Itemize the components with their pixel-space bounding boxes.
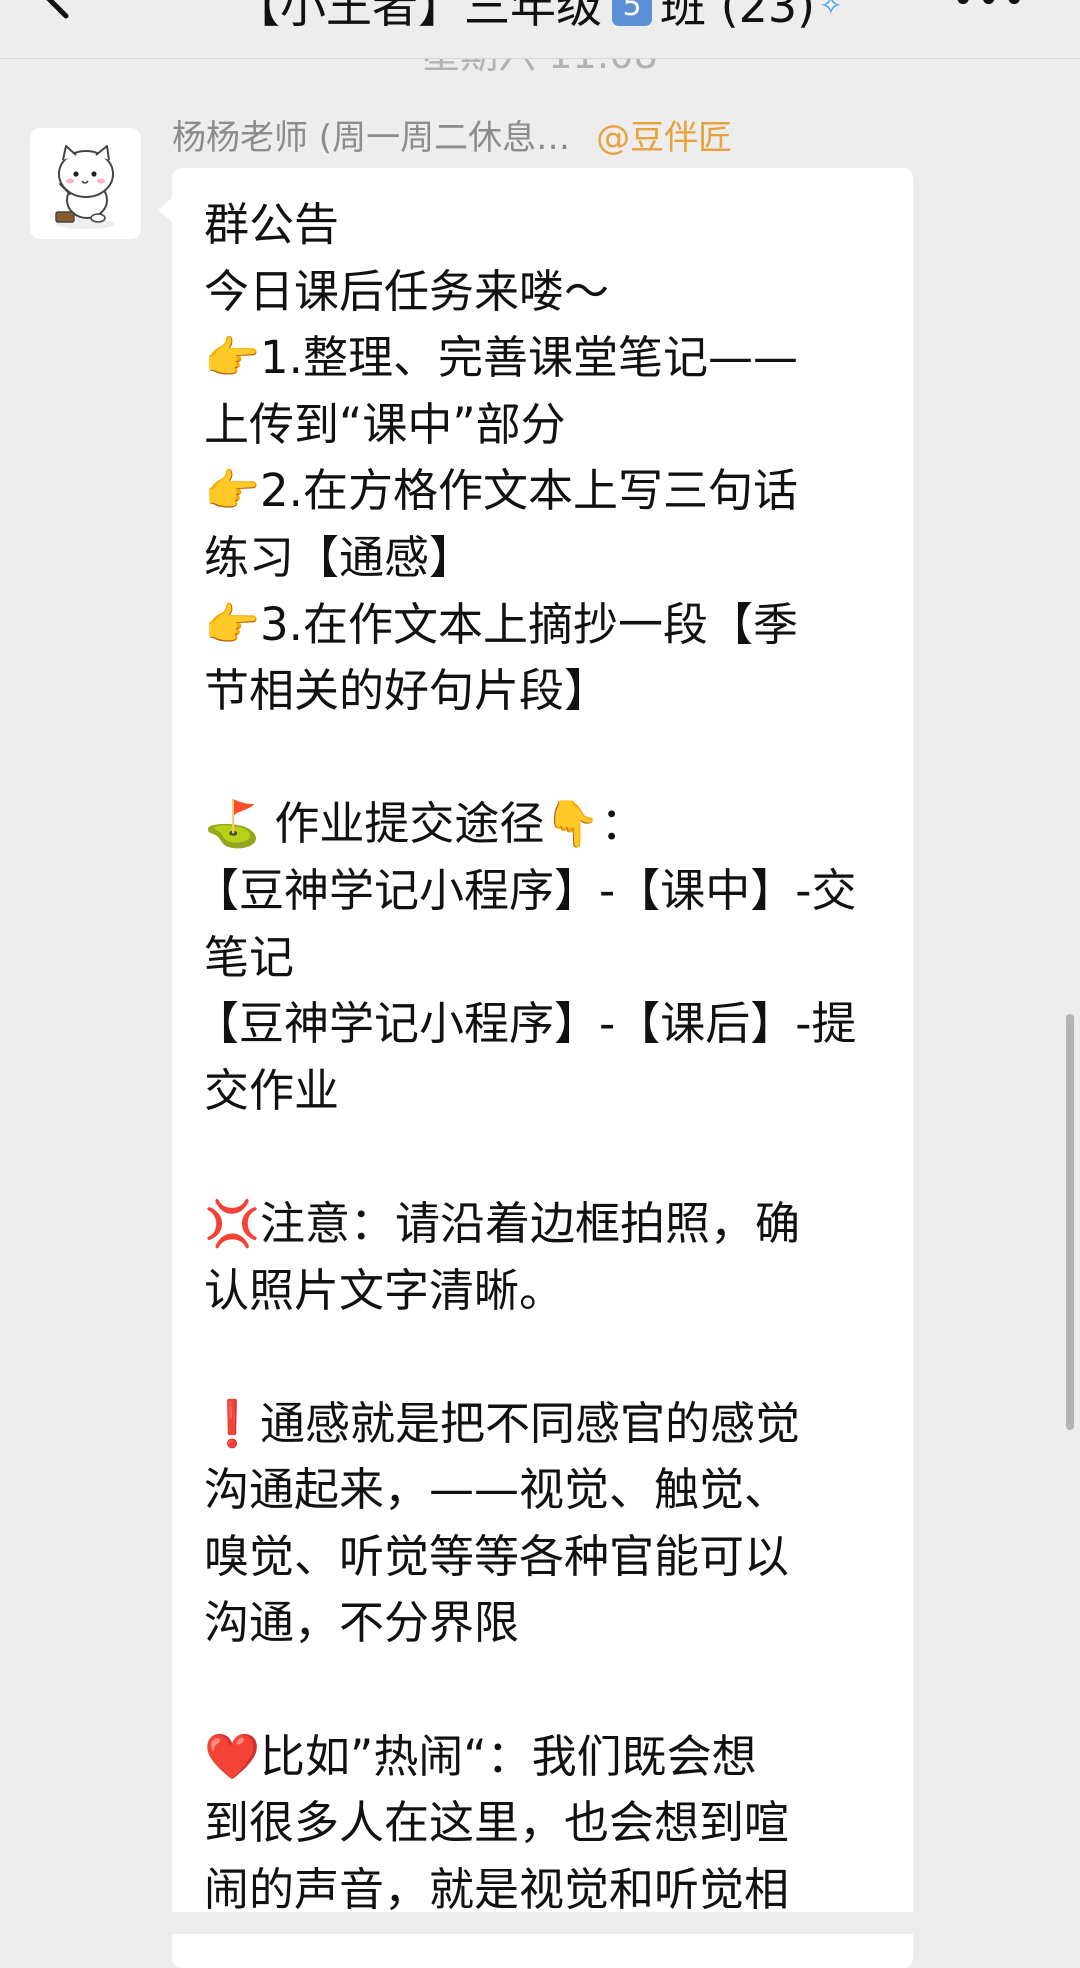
message-line: 练习【通感】 [204,530,475,584]
sender-row: 杨杨老师 (周一周二休息… @豆伴匠 [172,114,732,162]
message-bubble[interactable]: 群公告 今日课后任务来喽～ 👉1.整理、完善课堂笔记—— 上传到“课中”部分 👉… [158,168,913,1968]
message-line: ❗通感就是把不同感官的感觉 [204,1396,801,1450]
message-line [204,1324,894,1391]
bottom-divider [0,1912,1080,1934]
message-line: 笔记 [204,930,295,984]
message-line: 节相关的好句片段】 [204,664,610,718]
message-line: 👉3.在作文本上摘抄一段【季 [204,597,798,651]
message-line: 👉1.整理、完善课堂笔记—— [204,331,798,385]
message-line: 💢注意：请沿着边框拍照，确 [204,1196,801,1250]
sender-tag: @豆伴匠 [596,118,733,158]
chat-title: 【小王者】三年级 5 班 (23) ✧ [234,0,843,36]
sparkle-icon: ✧ [819,0,843,22]
message-line [204,1124,894,1191]
cat-avatar-icon [55,145,115,229]
chat-title-suffix: 班 (23) [660,0,816,33]
more-dots-icon: ••• [951,0,1028,23]
message-line: 认照片文字清晰。 [204,1263,565,1317]
message-line: 👉2.在方格作文本上写三句话 [204,464,798,518]
class-number-badge: 5 [612,0,652,26]
message-line: 交作业 [204,1063,340,1117]
message-line [204,725,894,792]
sender-name[interactable]: 杨杨老师 (周一周二休息… [172,118,570,158]
message-line: 上传到“课中”部分 [204,397,566,451]
chat-header: 【小王者】三年级 5 班 (23) ✧ ••• [0,0,1080,59]
scrollbar-thumb[interactable] [1066,1014,1074,1430]
back-button[interactable] [36,0,76,26]
more-button[interactable]: ••• [951,0,1028,20]
message-line: 沟通起来，——视觉、触觉、 [204,1463,790,1517]
message-line: 沟通，不分界限 [204,1596,520,1650]
message-line [204,1657,894,1724]
sender-avatar[interactable] [30,128,141,239]
message-line: 【豆神学记小程序】-【课中】-交 [194,863,857,917]
message-line: ⛳ 作业提交途径👇： [204,797,646,851]
message-line: 到很多人在这里，也会想到喧 [204,1796,790,1850]
message-line: 【豆神学记小程序】-【课后】-提 [194,997,857,1051]
message-line: ❤️比如”热闹“：我们既会想 [204,1729,757,1783]
message-line: 今日课后任务来喽～ [204,264,610,318]
message-text: 群公告 今日课后任务来喽～ 👉1.整理、完善课堂笔记—— 上传到“课中”部分 👉… [194,192,894,1923]
message-line: 群公告 [204,198,340,251]
chevron-left-icon [46,0,69,19]
chat-title-prefix: 【小王者】三年级 [234,0,602,33]
message-line: 嗅觉、听觉等等各种官能可以 [204,1529,790,1583]
